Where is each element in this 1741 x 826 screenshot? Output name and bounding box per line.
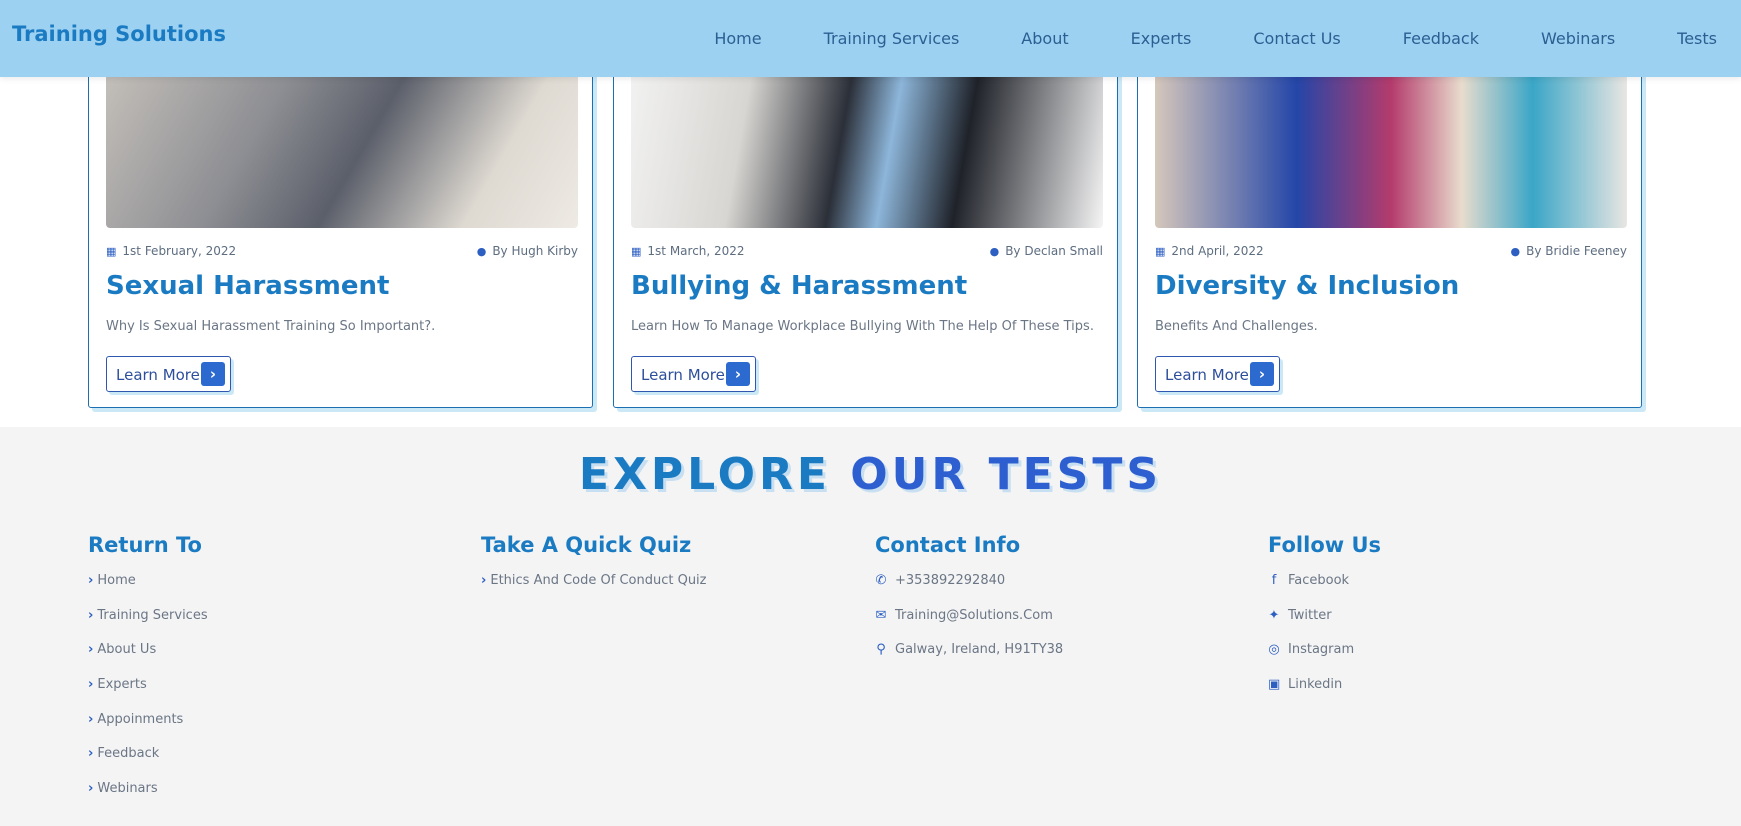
card-description: Why Is Sexual Harassment Training So Imp… bbox=[106, 319, 436, 334]
learn-more-button[interactable]: Learn More › bbox=[1155, 356, 1280, 392]
footer-link-appointments[interactable]: › Appoinments bbox=[88, 712, 208, 747]
calendar-icon: ▦ bbox=[631, 244, 642, 258]
contact-column: Contact Info ✆ +353892292840 ✉ Training@So… bbox=[875, 533, 1063, 677]
footer-link-facebook[interactable]: f Facebook bbox=[1268, 573, 1381, 608]
blog-card: ▦ 1st March, 2022 ● By Declan Small Bullyi… bbox=[613, 40, 1118, 408]
instagram-icon: ◎ bbox=[1268, 642, 1280, 658]
calendar-icon: ▦ bbox=[1155, 244, 1166, 258]
calendar-icon: ▦ bbox=[106, 244, 117, 258]
nav-tests[interactable]: Tests bbox=[1677, 29, 1717, 48]
nav-training-services[interactable]: Training Services bbox=[824, 29, 960, 48]
user-icon: ● bbox=[476, 244, 487, 258]
contact-email[interactable]: ✉ Training@Solutions.Com bbox=[875, 608, 1063, 643]
card-date: ▦ 2nd April, 2022 bbox=[1155, 244, 1264, 258]
user-icon: ● bbox=[1510, 244, 1521, 258]
blog-card: ▦ 2nd April, 2022 ● By Bridie Feeney Diver… bbox=[1137, 40, 1642, 408]
footer-heading: EXPLORE OUR TESTS bbox=[578, 449, 1163, 500]
footer-link-about-us[interactable]: › About Us bbox=[88, 642, 208, 677]
card-author: ● By Hugh Kirby bbox=[476, 244, 578, 258]
learn-more-button[interactable]: Learn More › bbox=[631, 356, 756, 392]
chevron-right-icon: › bbox=[1250, 362, 1274, 386]
chevron-right-icon: › bbox=[88, 573, 94, 588]
chevron-right-icon: › bbox=[88, 711, 94, 727]
column-title: Contact Info bbox=[875, 533, 1021, 557]
card-date: ▦ 1st February, 2022 bbox=[106, 244, 237, 258]
footer-link-experts[interactable]: › Experts bbox=[88, 677, 208, 712]
card-author: ● By Bridie Feeney bbox=[1510, 244, 1627, 258]
chevron-right-icon: › bbox=[88, 746, 94, 762]
map-pin-icon: ⚲ bbox=[876, 642, 886, 658]
main-nav: Home Training Services About Experts Con… bbox=[714, 0, 1717, 77]
site-footer: EXPLORE OUR TESTS Return To › Home › Train… bbox=[0, 427, 1741, 826]
column-title: Take A Quick Quiz bbox=[481, 533, 692, 557]
envelope-icon: ✉ bbox=[875, 607, 887, 623]
chevron-right-icon: › bbox=[88, 677, 94, 693]
chevron-right-icon: › bbox=[88, 607, 94, 623]
card-description: Benefits And Challenges. bbox=[1155, 319, 1318, 334]
quiz-column: Take A Quick Quiz › Ethics And Code Of Co… bbox=[481, 533, 707, 608]
column-title: Return To bbox=[88, 533, 202, 557]
facebook-icon: f bbox=[1271, 573, 1277, 588]
nav-webinars[interactable]: Webinars bbox=[1541, 29, 1615, 48]
card-description: Learn How To Manage Workplace Bullying W… bbox=[631, 319, 1094, 334]
contact-phone[interactable]: ✆ +353892292840 bbox=[875, 573, 1063, 608]
chevron-right-icon: › bbox=[726, 362, 750, 386]
follow-column: Follow Us f Facebook ✦ Twitter ◎ Instagram … bbox=[1268, 533, 1381, 712]
contact-address: ⚲ Galway, Ireland, H91TY38 bbox=[876, 642, 1064, 658]
card-author: ● By Declan Small bbox=[989, 244, 1103, 258]
nav-feedback[interactable]: Feedback bbox=[1403, 29, 1479, 48]
card-date: ▦ 1st March, 2022 bbox=[631, 244, 745, 258]
twitter-icon: ✦ bbox=[1268, 607, 1280, 623]
column-title: Follow Us bbox=[1268, 533, 1382, 557]
footer-link-linkedin[interactable]: ▣ Linkedin bbox=[1268, 677, 1381, 712]
nav-contact-us[interactable]: Contact Us bbox=[1253, 29, 1340, 48]
blog-card: ▦ 1st February, 2022 ● By Hugh Kirby Sexua… bbox=[88, 40, 593, 408]
footer-link-home[interactable]: › Home bbox=[88, 573, 208, 608]
nav-about[interactable]: About bbox=[1021, 29, 1068, 48]
footer-link-feedback[interactable]: › Feedback bbox=[88, 746, 208, 781]
chevron-right-icon: › bbox=[88, 781, 94, 797]
footer-link-webinars[interactable]: › Webinars bbox=[88, 781, 208, 816]
chevron-right-icon: › bbox=[201, 362, 225, 386]
footer-link-ethics-quiz[interactable]: › Ethics And Code Of Conduct Quiz bbox=[481, 573, 707, 608]
footer-link-training-services[interactable]: › Training Services bbox=[88, 608, 208, 643]
brand-logo[interactable]: Training Solutions bbox=[12, 22, 226, 46]
footer-link-instagram[interactable]: ◎ Instagram bbox=[1268, 642, 1381, 677]
card-title: Bullying & Harassment bbox=[631, 271, 968, 301]
linkedin-icon: ▣ bbox=[1268, 677, 1281, 693]
nav-home[interactable]: Home bbox=[714, 29, 761, 48]
user-icon: ● bbox=[989, 244, 1000, 258]
phone-icon: ✆ bbox=[875, 573, 887, 588]
return-to-column: Return To › Home › Training Services › Abou… bbox=[88, 533, 208, 816]
footer-link-twitter[interactable]: ✦ Twitter bbox=[1268, 608, 1381, 643]
card-title: Sexual Harassment bbox=[106, 271, 390, 301]
card-title: Diversity & Inclusion bbox=[1155, 271, 1460, 301]
site-header: Training Solutions Home Training Service… bbox=[0, 0, 1741, 77]
chevron-right-icon: › bbox=[481, 573, 487, 588]
chevron-right-icon: › bbox=[88, 642, 94, 658]
nav-experts[interactable]: Experts bbox=[1131, 29, 1192, 48]
learn-more-button[interactable]: Learn More › bbox=[106, 356, 231, 392]
